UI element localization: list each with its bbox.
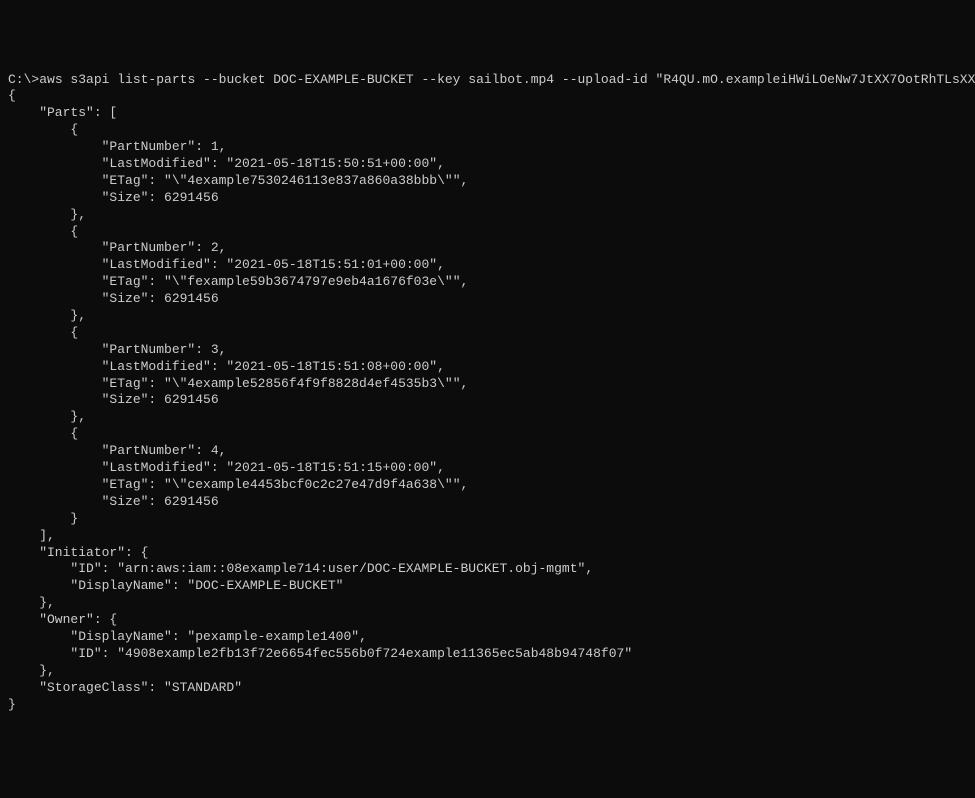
terminal-output: C:\>aws s3api list-parts --bucket DOC-EX… xyxy=(8,72,967,714)
json-output: { "Parts": [ { "PartNumber": 1, "LastMod… xyxy=(8,88,632,711)
command-prompt: C:\>aws s3api list-parts --bucket DOC-EX… xyxy=(8,72,975,87)
